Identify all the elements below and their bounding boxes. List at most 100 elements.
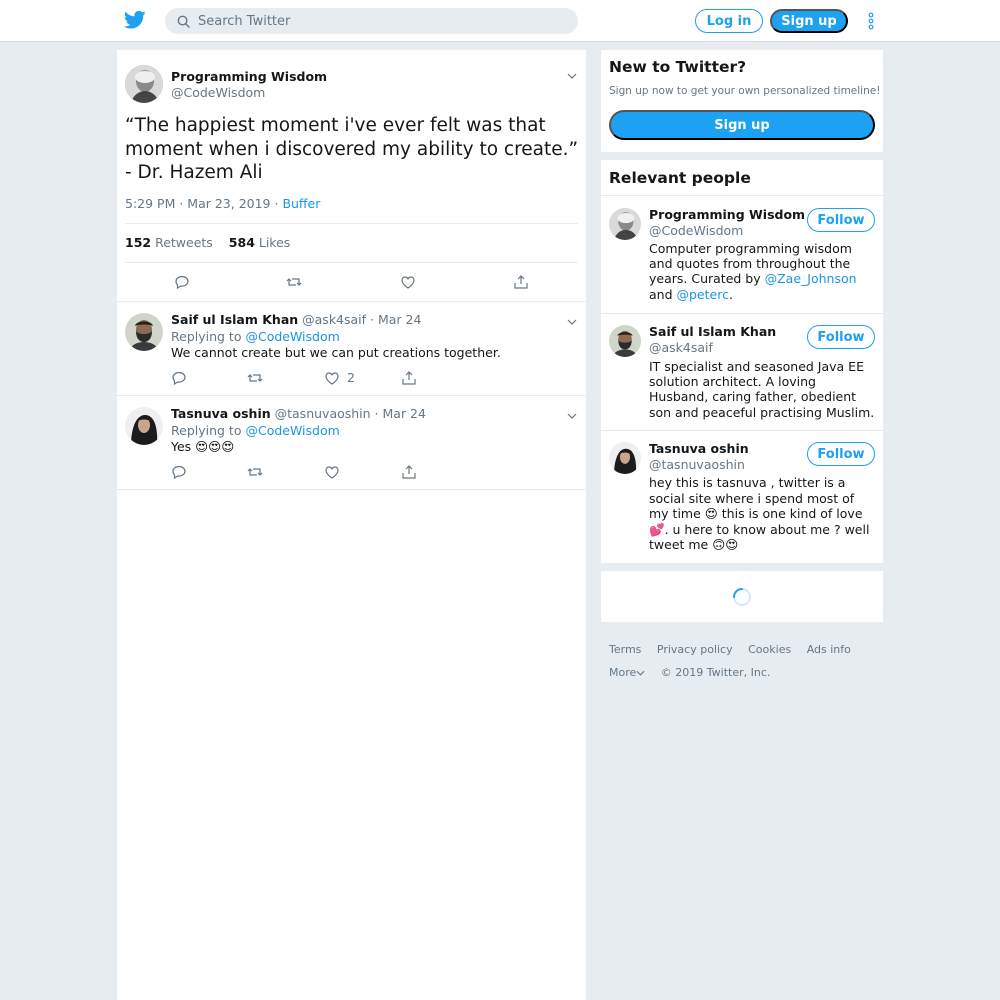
retweets-stat[interactable]: 152 Retweets <box>125 235 213 250</box>
reply-handle-date[interactable]: @tasnuvaoshin · Mar 24 <box>275 406 426 421</box>
replying-to: Replying to @CodeWisdom <box>171 423 340 438</box>
tweet-actions <box>174 274 534 290</box>
like-count: 2 <box>347 370 355 385</box>
person-identity: Programming Wisdom @CodeWisdom <box>649 207 805 238</box>
reply-header: Saif ul Islam Khan @ask4saif · Mar 24 <box>171 312 421 327</box>
person-handle[interactable]: @CodeWisdom <box>649 223 805 238</box>
tweet-timestamp: 5:29 PM · Mar 23, 2019 · Buffer <box>125 196 320 211</box>
top-navigation-bar: Log in Sign up <box>0 0 1000 42</box>
divider <box>125 262 578 263</box>
person-bio: IT specialist and seasoned Java EE solut… <box>649 359 875 420</box>
like-icon[interactable] <box>400 274 416 290</box>
share-icon[interactable] <box>401 464 417 480</box>
footer-terms-link[interactable]: Terms <box>609 643 641 656</box>
reply-author-name[interactable]: Tasnuva oshin <box>171 406 271 421</box>
more-options-icon[interactable] <box>866 12 876 30</box>
retweet-icon[interactable] <box>286 274 302 290</box>
person-card[interactable]: Tasnuva oshin @tasnuvaoshin Follow hey t… <box>601 430 883 563</box>
person-bio: Computer programming wisdom and quotes f… <box>649 241 857 302</box>
reply-actions <box>171 464 431 480</box>
tweet-text: “The happiest moment i've ever felt was … <box>125 115 579 183</box>
search-box[interactable] <box>165 8 578 34</box>
like-icon[interactable] <box>324 370 340 386</box>
relevant-people-card: Relevant people Programming Wisdom @Code… <box>601 160 883 563</box>
loading-spinner-icon <box>733 588 751 606</box>
footer-more-link[interactable]: More <box>609 666 636 679</box>
person-card[interactable]: Saif ul Islam Khan @ask4saif Follow IT s… <box>601 313 883 430</box>
avatar[interactable] <box>125 313 163 351</box>
avatar[interactable] <box>125 65 163 103</box>
user-photo-icon <box>609 442 641 474</box>
twitter-logo-icon[interactable] <box>124 10 146 30</box>
bio-mention-link[interactable]: @Zae_Johnson <box>765 271 857 286</box>
sign-up-button[interactable]: Sign up <box>770 9 848 33</box>
chevron-down-icon[interactable] <box>567 413 577 419</box>
reply-icon[interactable] <box>171 464 187 480</box>
reply-tweet[interactable]: Saif ul Islam Khan @ask4saif · Mar 24 Re… <box>117 301 586 395</box>
chevron-down-icon[interactable] <box>636 670 645 676</box>
tweet-stats: 152 Retweets 584 Likes <box>125 235 290 250</box>
tweet-time[interactable]: 5:29 PM · Mar 23, 2019 · <box>125 196 282 211</box>
loading-card <box>601 571 883 622</box>
user-photo-icon <box>125 407 163 445</box>
tweet-source-link[interactable]: Buffer <box>282 196 320 211</box>
relevant-people-title: Relevant people <box>609 169 751 187</box>
avatar[interactable] <box>609 208 641 240</box>
new-to-twitter-card: New to Twitter? Sign up now to get your … <box>601 50 883 152</box>
person-card[interactable]: Programming Wisdom @CodeWisdom Follow Co… <box>601 195 883 313</box>
replying-to-link[interactable]: @CodeWisdom <box>245 423 339 438</box>
person-name[interactable]: Tasnuva oshin <box>649 441 749 456</box>
footer-bottom: More © 2019 Twitter, Inc. <box>609 666 782 679</box>
person-handle[interactable]: @ask4saif <box>649 340 776 355</box>
follow-button[interactable]: Follow <box>807 442 875 466</box>
share-icon[interactable] <box>513 274 529 290</box>
footer-copyright: © 2019 Twitter, Inc. <box>660 666 771 679</box>
bio-mention-link[interactable]: @peterc <box>677 287 729 302</box>
search-icon <box>177 15 190 28</box>
follow-button[interactable]: Follow <box>807 208 875 232</box>
tweet-author-block: Programming Wisdom @CodeWisdom <box>171 69 327 100</box>
replying-to-link[interactable]: @CodeWisdom <box>245 329 339 344</box>
sidebar-sign-up-button[interactable]: Sign up <box>609 110 875 140</box>
footer-privacy-link[interactable]: Privacy policy <box>657 643 733 656</box>
person-identity: Tasnuva oshin @tasnuvaoshin <box>649 441 749 472</box>
main-timeline-column: Programming Wisdom @CodeWisdom “The happ… <box>117 50 586 1000</box>
reply-header: Tasnuva oshin @tasnuvaoshin · Mar 24 <box>171 406 426 421</box>
tweet-author-handle[interactable]: @CodeWisdom <box>171 85 327 100</box>
retweet-icon[interactable] <box>247 370 263 386</box>
person-name[interactable]: Programming Wisdom <box>649 207 805 222</box>
retweet-icon[interactable] <box>247 464 263 480</box>
footer-cookies-link[interactable]: Cookies <box>748 643 791 656</box>
author-photo-icon <box>125 65 163 103</box>
reply-text: We cannot create but we can put creation… <box>171 345 501 360</box>
user-photo-icon <box>609 325 641 357</box>
person-handle[interactable]: @tasnuvaoshin <box>649 457 749 472</box>
divider <box>125 223 578 224</box>
reply-icon[interactable] <box>171 370 187 386</box>
avatar[interactable] <box>609 442 641 474</box>
share-icon[interactable] <box>401 370 417 386</box>
reply-text: Yes 😍😍😍 <box>171 439 235 454</box>
reply-tweet[interactable]: Tasnuva oshin @tasnuvaoshin · Mar 24 Rep… <box>117 395 586 490</box>
follow-button[interactable]: Follow <box>807 325 875 349</box>
person-bio: hey this is tasnuva , twitter is a socia… <box>649 475 870 552</box>
log-in-button[interactable]: Log in <box>695 9 763 33</box>
search-input[interactable] <box>198 13 558 29</box>
tweet-author-name[interactable]: Programming Wisdom <box>171 69 327 84</box>
footer-links: Terms Privacy policy Cookies Ads info <box>609 643 863 656</box>
avatar[interactable] <box>125 407 163 445</box>
avatar[interactable] <box>609 325 641 357</box>
chevron-down-icon[interactable] <box>567 319 577 325</box>
reply-icon[interactable] <box>174 274 190 290</box>
reply-author-name[interactable]: Saif ul Islam Khan <box>171 312 298 327</box>
reply-actions: 2 <box>171 370 431 386</box>
user-photo-icon <box>125 313 163 351</box>
likes-stat[interactable]: 584 Likes <box>229 235 291 250</box>
footer-ads-link[interactable]: Ads info <box>807 643 851 656</box>
chevron-down-icon[interactable] <box>567 73 577 79</box>
like-icon[interactable] <box>324 464 340 480</box>
new-to-twitter-title: New to Twitter? <box>609 58 747 76</box>
person-name[interactable]: Saif ul Islam Khan <box>649 324 776 339</box>
reply-handle-date[interactable]: @ask4saif · Mar 24 <box>302 312 421 327</box>
replying-to: Replying to @CodeWisdom <box>171 329 340 344</box>
